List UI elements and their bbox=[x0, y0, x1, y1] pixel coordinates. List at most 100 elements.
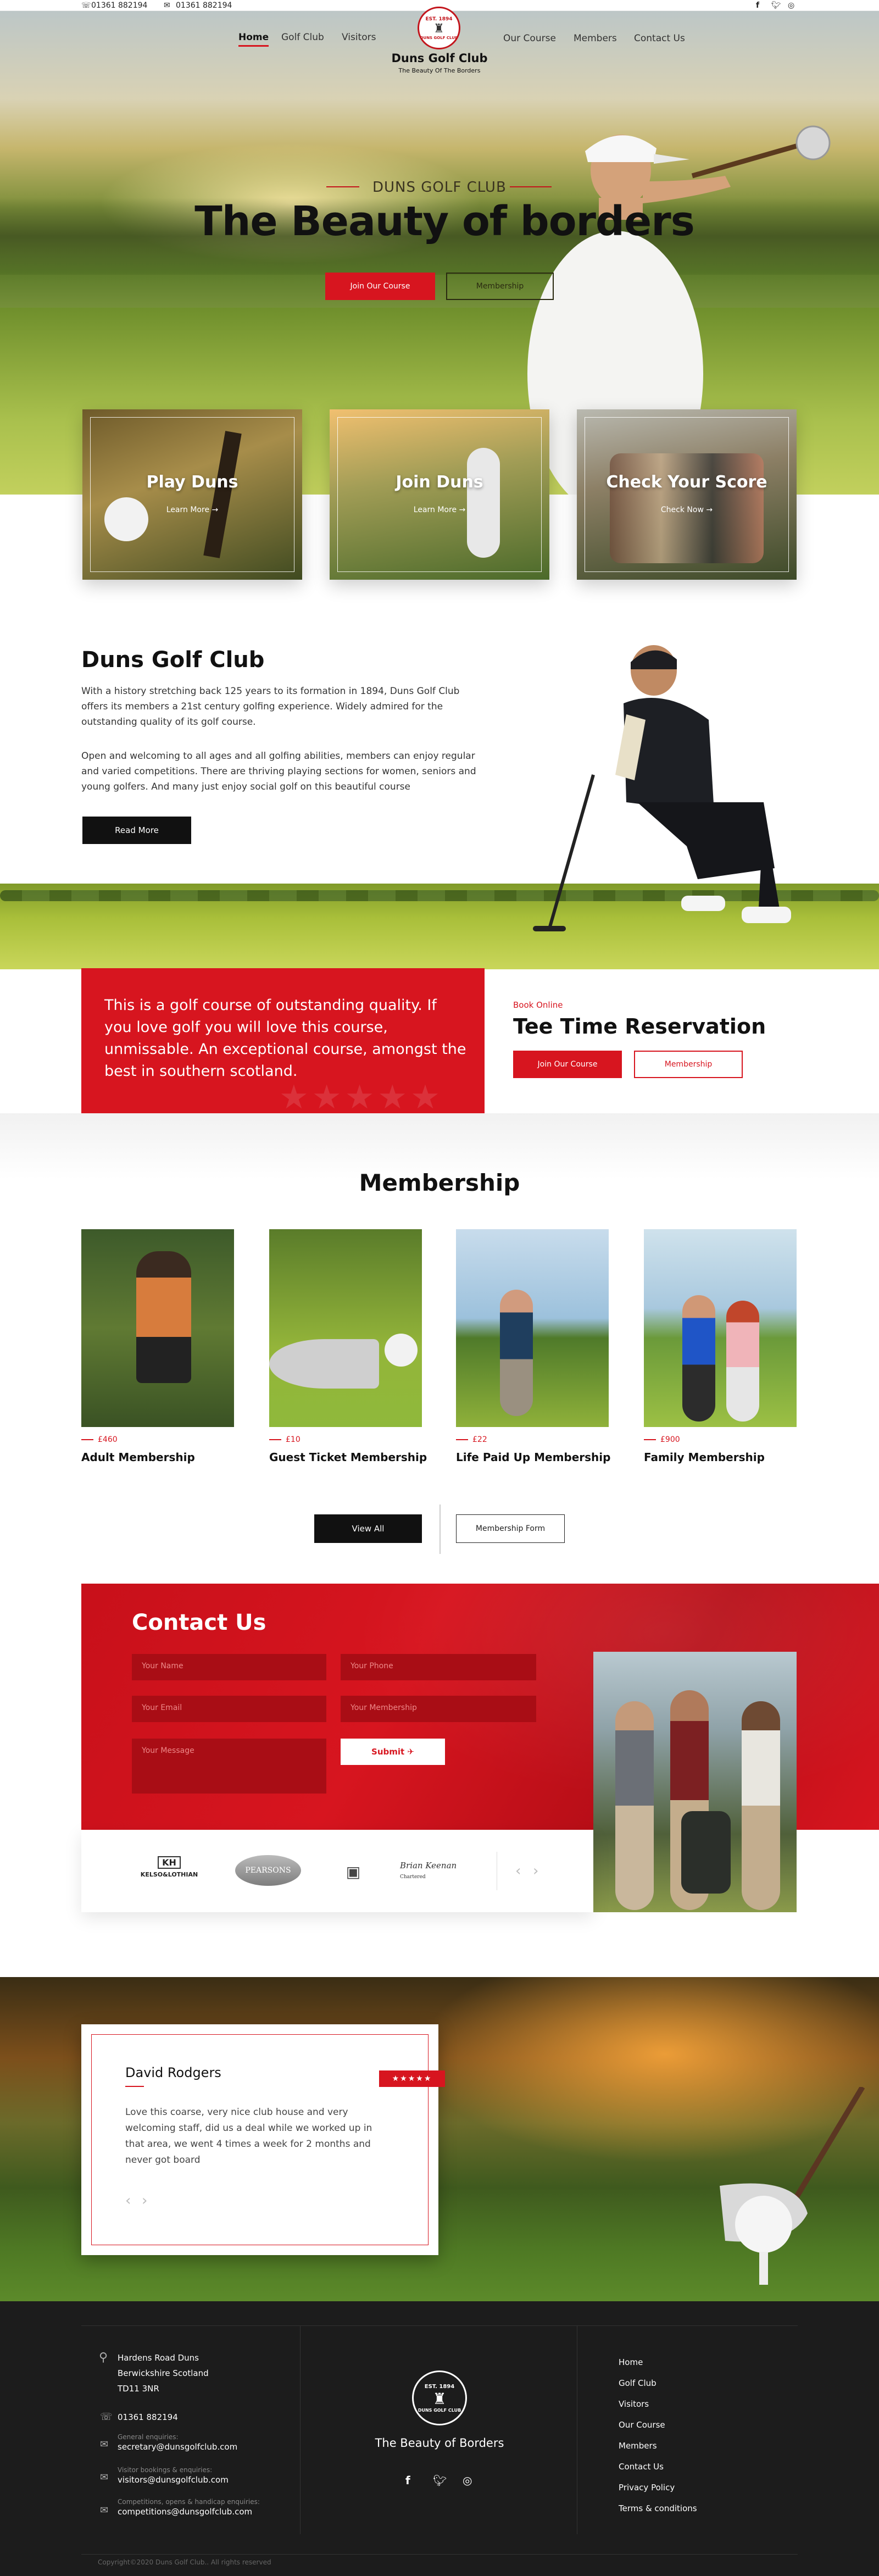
partner-logo-kelso[interactable]: KH KELSO&LOTHIAN bbox=[136, 1856, 202, 1887]
logo-top-text: EST. 1894 bbox=[425, 16, 453, 22]
club-head-image bbox=[269, 1339, 379, 1389]
footer-tagline: The Beauty of Borders bbox=[375, 2436, 504, 2450]
membership-card-image[interactable] bbox=[644, 1229, 797, 1427]
membership-price: £22 bbox=[456, 1435, 487, 1444]
card-link[interactable]: Check Now → bbox=[577, 506, 797, 514]
partner-logo-crest[interactable]: ▣ bbox=[334, 1856, 372, 1887]
rating-badge: ★★★★★ bbox=[379, 2070, 445, 2087]
hero-join-button[interactable]: Join Our Course bbox=[325, 273, 435, 300]
membership-price: £460 bbox=[81, 1435, 118, 1444]
footer-link-our-course[interactable]: Our Course bbox=[619, 2420, 665, 2430]
message-textarea[interactable]: Your Message bbox=[132, 1739, 326, 1794]
membership-input[interactable]: Your Membership bbox=[341, 1696, 536, 1722]
twitter-icon[interactable]: 🐦︎ bbox=[433, 2474, 447, 2487]
footer-logo-top: EST. 1894 bbox=[424, 2383, 455, 2390]
testimonial-name: David Rodgers bbox=[125, 2065, 221, 2080]
card-title: Check Your Score bbox=[606, 473, 767, 492]
button-divider bbox=[439, 1504, 441, 1554]
facebook-icon[interactable]: f bbox=[405, 2474, 410, 2487]
mail-icon: ✉ bbox=[100, 2505, 109, 2516]
membership-card-title[interactable]: Family Membership bbox=[644, 1451, 765, 1464]
footer-visitor-label: Visitor bookings & enquiries: bbox=[118, 2466, 213, 2474]
phone-input[interactable]: Your Phone bbox=[341, 1654, 536, 1680]
hero-card-join[interactable]: Join Duns Learn More → bbox=[330, 409, 549, 580]
copyright-text: Copyright©2020 Duns Golf Club.. All righ… bbox=[98, 2558, 271, 2566]
reservation-membership-button[interactable]: Membership bbox=[634, 1051, 743, 1078]
membership-card-title[interactable]: Guest Ticket Membership bbox=[269, 1451, 427, 1464]
topbar-phone[interactable]: 01361 882194 bbox=[91, 1, 147, 10]
mail-icon: ✉ bbox=[100, 2439, 109, 2450]
footer-link-visitors[interactable]: Visitors bbox=[619, 2399, 649, 2409]
facebook-icon[interactable]: f bbox=[756, 1, 759, 10]
partner-logo-pearsons[interactable]: PEARSONS bbox=[235, 1855, 301, 1886]
footer-address-1: Hardens Road Duns bbox=[118, 2353, 199, 2363]
phone-icon: ☏ bbox=[100, 2411, 113, 2423]
footer-logo-bottom: DUNS GOLF CLUB bbox=[418, 2407, 461, 2413]
footer-visitor-email[interactable]: visitors@dunsgolfclub.com bbox=[118, 2475, 229, 2485]
name-input[interactable]: Your Name bbox=[132, 1654, 326, 1680]
view-all-button[interactable]: View All bbox=[314, 1514, 422, 1543]
chevron-left-icon[interactable]: ‹ bbox=[515, 1863, 521, 1879]
footer-link-members[interactable]: Members bbox=[619, 2441, 657, 2451]
membership-price: £10 bbox=[269, 1435, 301, 1444]
logo-tagline: The Beauty Of The Borders bbox=[398, 67, 481, 74]
membership-card-image[interactable] bbox=[456, 1229, 609, 1427]
logo-name: Duns Golf Club bbox=[391, 52, 488, 65]
testimonial-card: David Rodgers ★★★★★ Love this coarse, ve… bbox=[81, 2024, 445, 2255]
nav-item-members[interactable]: Members bbox=[574, 33, 617, 44]
instagram-icon[interactable]: ◎ bbox=[788, 1, 794, 10]
mail-icon: ✉ bbox=[164, 1, 170, 10]
partner-logo-brian[interactable]: Brian Keenan Chartered bbox=[400, 1861, 471, 1883]
membership-card-title[interactable]: Adult Membership bbox=[81, 1451, 195, 1464]
nav-item-golf-club[interactable]: Golf Club bbox=[281, 32, 324, 43]
footer-link-home[interactable]: Home bbox=[619, 2357, 643, 2367]
chevron-right-icon[interactable]: › bbox=[533, 1863, 538, 1879]
footer-logo[interactable]: EST. 1894 ♜ DUNS GOLF CLUB bbox=[412, 2370, 467, 2425]
chevron-left-icon[interactable]: ‹ bbox=[125, 2192, 131, 2209]
footer-comp-email[interactable]: competitions@dunsgolfclub.com bbox=[118, 2507, 252, 2517]
nav-item-visitors[interactable]: Visitors bbox=[342, 32, 376, 43]
footer-link-privacy[interactable]: Privacy Policy bbox=[619, 2483, 675, 2492]
woman-figure-image bbox=[726, 1301, 759, 1422]
chevron-right-icon[interactable]: › bbox=[142, 2192, 147, 2209]
partner-kh-mark: KH bbox=[158, 1856, 181, 1869]
nav-item-home[interactable]: Home bbox=[238, 32, 269, 47]
membership-card-title[interactable]: Life Paid Up Membership bbox=[456, 1451, 610, 1464]
golfer-swing-image bbox=[500, 1290, 533, 1416]
reservation-join-button[interactable]: Join Our Course bbox=[513, 1051, 622, 1078]
membership-form-button[interactable]: Membership Form bbox=[456, 1514, 565, 1543]
email-input[interactable]: Your Email bbox=[132, 1696, 326, 1722]
hero-membership-button[interactable]: Membership bbox=[446, 273, 554, 300]
hero-kicker-line bbox=[326, 186, 359, 187]
partner-kelso-text: KELSO&LOTHIAN bbox=[140, 1871, 198, 1878]
site-logo[interactable]: EST. 1894 ♜ DUNS GOLF CLUB bbox=[418, 7, 460, 49]
footer-general-email[interactable]: secretary@dunsgolfclub.com bbox=[118, 2442, 237, 2452]
nav-item-contact-us[interactable]: Contact Us bbox=[634, 33, 685, 44]
nav-item-our-course[interactable]: Our Course bbox=[503, 33, 556, 44]
read-more-button[interactable]: Read More bbox=[82, 817, 191, 844]
footer-link-contact-us[interactable]: Contact Us bbox=[619, 2462, 664, 2472]
club-and-ball-image bbox=[720, 2087, 865, 2285]
footer-link-terms[interactable]: Terms & conditions bbox=[619, 2503, 697, 2513]
topbar-phone-2[interactable]: 01361 882194 bbox=[176, 1, 232, 10]
logo-bottom-text: DUNS GOLF CLUB bbox=[420, 35, 458, 40]
about-paragraph-1: With a history stretching back 125 years… bbox=[81, 686, 460, 728]
contact-golfers-image bbox=[593, 1652, 797, 1912]
card-link[interactable]: Learn More → bbox=[330, 506, 549, 514]
card-link[interactable]: Learn More → bbox=[82, 506, 302, 514]
reservation-kicker: Book Online bbox=[513, 1000, 563, 1010]
hero-card-score[interactable]: Check Your Score Check Now → bbox=[577, 409, 797, 580]
footer-link-golf-club[interactable]: Golf Club bbox=[619, 2378, 657, 2388]
footer-phone[interactable]: 01361 882194 bbox=[118, 2412, 178, 2422]
membership-card-image[interactable] bbox=[81, 1229, 234, 1427]
site-footer: ⚲ Hardens Road Duns Berwickshire Scotlan… bbox=[0, 2301, 879, 2576]
membership-card-image[interactable] bbox=[269, 1229, 422, 1427]
membership-title: Membership bbox=[359, 1169, 520, 1196]
membership-price: £900 bbox=[644, 1435, 680, 1444]
instagram-icon[interactable]: ◎ bbox=[463, 2474, 472, 2487]
submit-button[interactable]: Submit ✈ bbox=[341, 1739, 445, 1765]
card-frame bbox=[90, 417, 294, 572]
hero-card-play[interactable]: Play Duns Learn More → bbox=[82, 409, 302, 580]
contact-title: Contact Us bbox=[132, 1610, 266, 1635]
twitter-icon[interactable]: 🐦︎ bbox=[771, 1, 781, 10]
